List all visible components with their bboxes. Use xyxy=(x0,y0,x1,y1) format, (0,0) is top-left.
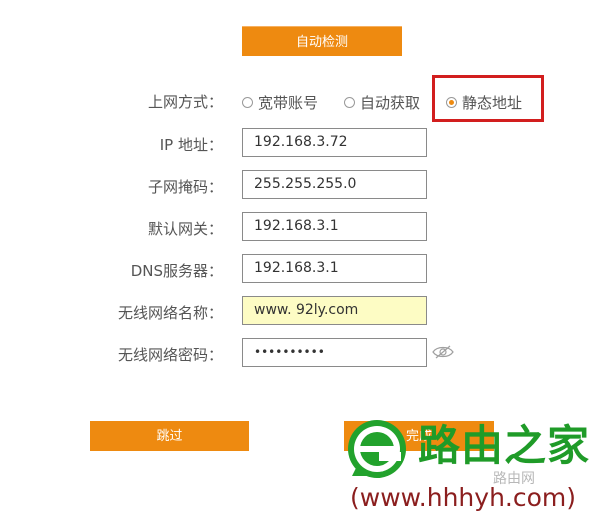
watermark-url: (www.hhhyh.com) xyxy=(350,483,577,512)
ssid-label: 无线网络名称： xyxy=(117,304,223,322)
eye-icon[interactable] xyxy=(432,345,454,359)
radio-broadband-label: 宽带账号 xyxy=(258,94,319,112)
subnet-input[interactable]: 255.255.255.0 xyxy=(242,170,427,199)
dns-input[interactable]: 192.168.3.1 xyxy=(242,254,427,283)
gateway-input[interactable]: 192.168.3.1 xyxy=(242,212,427,241)
auto-detect-button[interactable]: 自动检测 xyxy=(242,26,402,56)
wifi-password-input[interactable]: •••••••••• xyxy=(242,338,427,367)
gateway-label: 默认网关： xyxy=(147,220,223,238)
radio-broadband-circle[interactable] xyxy=(242,97,253,108)
connection-type-label: 上网方式： xyxy=(147,93,223,111)
wifi-password-label: 无线网络密码： xyxy=(117,346,223,364)
e-logo-icon xyxy=(348,420,406,478)
ip-input[interactable]: 192.168.3.72 xyxy=(242,128,427,157)
watermark-brand: 路由之家 xyxy=(418,421,591,470)
dns-label: DNS服务器： xyxy=(130,262,223,280)
ssid-input[interactable]: www. 92ly.com xyxy=(242,296,427,325)
radio-broadband[interactable]: 宽带账号 xyxy=(242,92,318,113)
radio-dhcp-label: 自动获取 xyxy=(360,94,421,112)
subnet-label: 子网掩码： xyxy=(147,178,223,196)
ip-label: IP 地址： xyxy=(159,136,223,154)
radio-dhcp-circle[interactable] xyxy=(344,97,355,108)
highlight-box xyxy=(432,75,544,122)
radio-dhcp[interactable]: 自动获取 xyxy=(344,92,420,113)
skip-button[interactable]: 跳过 xyxy=(90,421,249,451)
